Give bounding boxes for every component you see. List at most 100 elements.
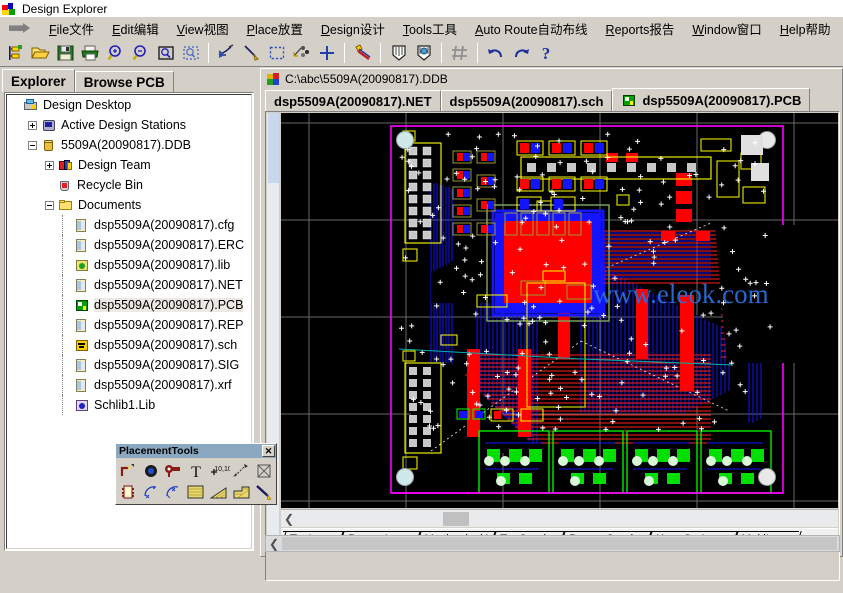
place-via-icon[interactable]	[162, 460, 185, 481]
place-arc-edge-icon[interactable]	[162, 481, 185, 502]
tree-item[interactable]: Schlib1.Lib	[7, 395, 251, 415]
cut-icon[interactable]	[214, 41, 239, 65]
doc-tab-net-label: dsp5509A(20090817).NET	[274, 93, 432, 109]
title-bar: Design Explorer	[0, 0, 843, 17]
help-icon[interactable]: ?	[533, 41, 558, 65]
tree-item-label: Active Design Stations	[61, 118, 187, 132]
expand-node-button[interactable]	[45, 160, 54, 170]
workspace-horizontal-scrollbar[interactable]: ❮	[265, 535, 840, 552]
menu-item-help[interactable]: Help帮助	[771, 17, 840, 40]
folder-icon	[58, 198, 74, 213]
doc-icon	[74, 378, 90, 393]
browse-components-icon[interactable]	[386, 41, 411, 65]
tree-item[interactable]: dsp5509A(20090817).cfg	[7, 215, 251, 235]
zoom-in-icon[interactable]	[103, 41, 128, 65]
place-component-icon[interactable]	[117, 481, 140, 502]
place-line-icon[interactable]	[252, 481, 275, 502]
panel-tab-strip: Explorer Browse PCB	[2, 69, 256, 92]
doc-icon	[74, 238, 90, 253]
vertical-scroll-thumb[interactable]	[268, 113, 279, 183]
collapse-node-button[interactable]	[45, 200, 54, 210]
svg-text:10,10: 10,10	[214, 466, 230, 473]
placement-tools-title: PlacementTools	[119, 445, 199, 457]
open-folder-icon[interactable]	[28, 41, 53, 65]
doc-tab-net[interactable]: dsp5509A(20090817).NET	[265, 90, 441, 111]
tree-item[interactable]: Active Design Stations	[7, 115, 251, 135]
placement-tools-palette[interactable]: PlacementTools ✕ T 10,10	[115, 443, 277, 505]
tree-item[interactable]: dsp5509A(20090817).PCB	[7, 295, 251, 315]
select-area-icon[interactable]	[264, 41, 289, 65]
undo-icon[interactable]	[483, 41, 508, 65]
tree-item[interactable]: dsp5509A(20090817).REP	[7, 315, 251, 335]
place-fill-icon[interactable]	[185, 481, 208, 502]
place-split-plane-icon[interactable]	[230, 481, 253, 502]
tree-item[interactable]: Recycle Bin	[7, 175, 251, 195]
tree-item-label: dsp5509A(20090817).ERC	[94, 238, 245, 252]
tree-item[interactable]: Documents	[7, 195, 251, 215]
collapse-node-button[interactable]	[28, 140, 37, 150]
tree-item[interactable]: Design Desktop	[7, 95, 251, 115]
tree-item[interactable]: dsp5509A(20090817).xrf	[7, 375, 251, 395]
toggle-grid-icon[interactable]	[447, 41, 472, 65]
tree-item[interactable]: dsp5509A(20090817).sch	[7, 335, 251, 355]
redo-icon[interactable]	[508, 41, 533, 65]
paste-rubber-icon[interactable]	[239, 41, 264, 65]
document-tab-strip: dsp5509A(20090817).NET dsp5509A(20090817…	[265, 88, 811, 111]
pcb-canvas[interactable]: www.eleok.com	[281, 113, 838, 508]
zoom-window-icon[interactable]	[153, 41, 178, 65]
place-coordinate-icon[interactable]: 10,10	[207, 460, 230, 481]
browse-nets-icon[interactable]	[411, 41, 436, 65]
clear-highlight-icon[interactable]	[350, 41, 375, 65]
place-polygon-plane-icon[interactable]	[207, 481, 230, 502]
tree-item[interactable]: 5509A(20090817).DDB	[7, 135, 251, 155]
ddb-icon	[41, 138, 57, 153]
tree-item[interactable]: dsp5509A(20090817).lib	[7, 255, 251, 275]
doc-tab-pcb[interactable]: dsp5509A(20090817).PCB	[612, 88, 811, 111]
close-icon[interactable]: ✕	[262, 445, 275, 457]
place-interactive-routing-icon[interactable]	[117, 460, 140, 481]
tree-connector	[62, 215, 74, 235]
menu-item-edit[interactable]: Edit编辑	[103, 17, 168, 40]
station-icon	[41, 118, 57, 133]
chevron-left-icon[interactable]: ❮	[281, 511, 297, 527]
tree-item-label: dsp5509A(20090817).sch	[94, 338, 238, 352]
menu-item-view[interactable]: View视图	[168, 17, 238, 40]
tree-item-label: dsp5509A(20090817).SIG	[94, 358, 240, 372]
zoom-out-icon[interactable]	[128, 41, 153, 65]
doc-icon	[74, 218, 90, 233]
menu-item-auto-route[interactable]: Auto Route自动布线	[466, 17, 597, 40]
menu-item-reports[interactable]: Reports报告	[597, 17, 684, 40]
expand-node-button[interactable]	[28, 120, 37, 130]
zoom-selection-icon[interactable]	[178, 41, 203, 65]
canvas-horizontal-scrollbar[interactable]: ❮	[281, 509, 838, 527]
menu-item-window[interactable]: Window窗口	[683, 17, 770, 40]
tree-item-label: Documents	[78, 198, 142, 212]
tree-item-label: dsp5509A(20090817).lib	[94, 258, 231, 272]
menu-item-tools[interactable]: Tools工具	[394, 17, 466, 40]
place-room-icon[interactable]	[252, 460, 275, 481]
place-pad-icon[interactable]	[140, 460, 163, 481]
place-dimension-icon[interactable]	[230, 460, 253, 481]
move-selection-icon[interactable]	[289, 41, 314, 65]
tab-browse-pcb[interactable]: Browse PCB	[74, 71, 174, 92]
menu-item-file[interactable]: FFile文件ile文件	[40, 17, 103, 40]
place-arc-center-icon[interactable]	[140, 481, 163, 502]
print-icon[interactable]	[78, 41, 103, 65]
tree-item[interactable]: dsp5509A(20090817).NET	[7, 275, 251, 295]
tab-explorer[interactable]: Explorer	[2, 69, 75, 92]
menu-item-design[interactable]: Design设计	[312, 17, 394, 40]
tree-item[interactable]: dsp5509A(20090817).SIG	[7, 355, 251, 375]
place-string-icon[interactable]: T	[185, 460, 208, 481]
explorer-panel-icon[interactable]	[3, 41, 28, 65]
save-icon[interactable]	[53, 41, 78, 65]
crosshair-icon[interactable]	[314, 41, 339, 65]
workspace-scroll-track[interactable]	[282, 537, 837, 550]
tree-item[interactable]: dsp5509A(20090817).ERC	[7, 235, 251, 255]
workspace-scroll-left-icon[interactable]: ❮	[266, 537, 282, 551]
tree-item[interactable]: Design Team	[7, 155, 251, 175]
horizontal-scroll-thumb[interactable]	[443, 512, 469, 526]
menu-item-place[interactable]: Place放置	[238, 17, 312, 40]
system-menu-button[interactable]	[0, 18, 40, 38]
doc-tab-sch[interactable]: dsp5509A(20090817).sch	[440, 90, 613, 111]
pcb-icon	[74, 298, 90, 313]
